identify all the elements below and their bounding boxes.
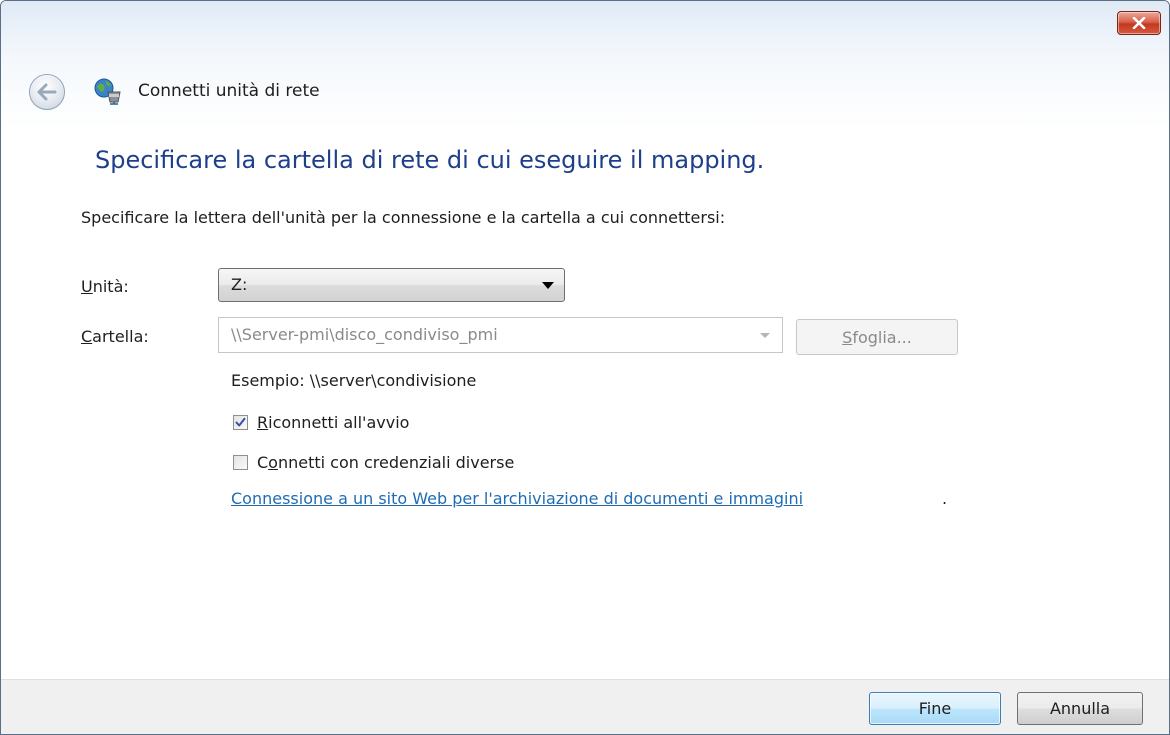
dialog-window: Connetti unità di rete Specificare la ca…	[0, 0, 1170, 735]
finish-button[interactable]: Fine	[869, 692, 1001, 725]
close-icon	[1132, 17, 1146, 29]
reconnect-checkbox-row[interactable]: Riconnetti all'avvio	[233, 413, 409, 432]
chevron-down-icon	[760, 333, 770, 338]
credentials-checkbox[interactable]	[233, 455, 248, 470]
folder-label: Cartella:	[81, 327, 149, 346]
reconnect-label: Riconnetti all'avvio	[257, 413, 410, 432]
title-bar: Connetti unità di rete	[1, 1, 1169, 129]
browse-button[interactable]: Sfoglia...	[796, 319, 958, 355]
page-heading: Specificare la cartella di rete di cui e…	[95, 146, 765, 174]
web-storage-link[interactable]: Connessione a un sito Web per l'archivia…	[231, 489, 803, 508]
folder-input-value: \\Server-pmi\disco_condiviso_pmi	[231, 325, 498, 344]
checkmark-icon	[235, 417, 246, 427]
network-drive-icon	[94, 78, 121, 105]
credentials-checkbox-row[interactable]: Connetti con credenziali diverse	[233, 453, 514, 472]
window-title: Connetti unità di rete	[138, 81, 320, 101]
drive-label: Unità:	[81, 277, 129, 296]
example-text: Esempio: \\server\condivisione	[231, 371, 477, 390]
link-period: .	[942, 489, 948, 508]
dialog-footer: Fine Annulla	[1, 679, 1169, 734]
close-button[interactable]	[1117, 11, 1161, 35]
credentials-label: Connetti con credenziali diverse	[257, 453, 515, 472]
cancel-button[interactable]: Annulla	[1017, 692, 1143, 725]
drive-select-value: Z:	[231, 275, 248, 294]
reconnect-checkbox[interactable]	[233, 415, 248, 430]
chevron-down-icon	[542, 282, 554, 289]
instruction-text: Specificare la lettera dell'unità per la…	[81, 208, 726, 227]
back-button[interactable]	[29, 74, 65, 110]
folder-input[interactable]: \\Server-pmi\disco_condiviso_pmi	[218, 317, 783, 353]
back-arrow-icon	[37, 83, 57, 101]
drive-select[interactable]: Z:	[218, 268, 565, 302]
